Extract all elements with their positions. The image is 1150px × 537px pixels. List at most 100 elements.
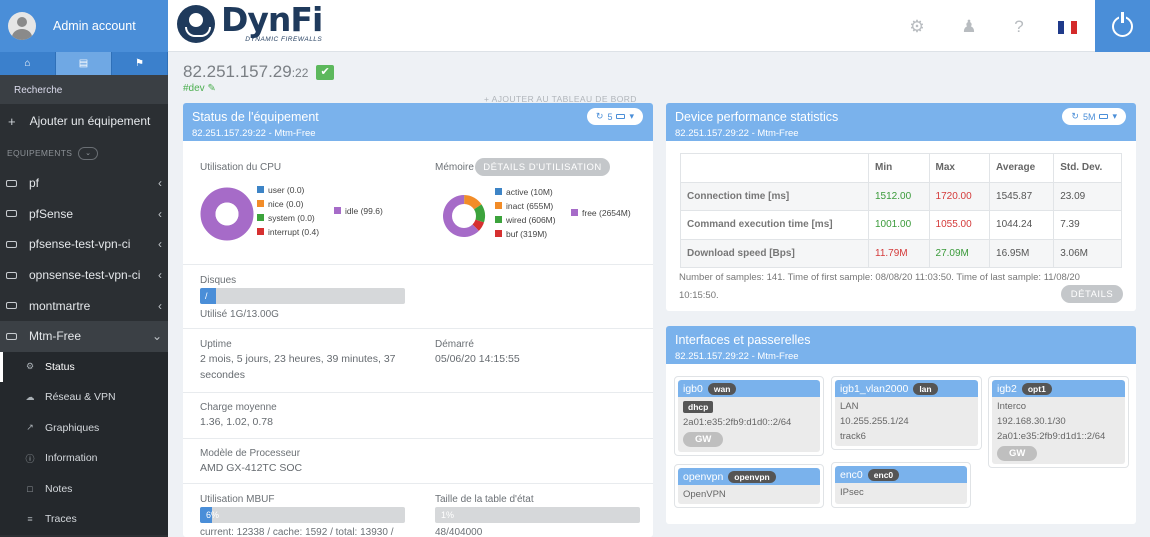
device-label: pf [29,176,40,191]
interval-dropdown[interactable]: ↻ 5M ▾ [1062,108,1126,125]
server-icon: ▤ [78,58,89,69]
avatar[interactable] [8,12,36,40]
legend-nice: nice (0.0) [257,197,319,211]
panel-header: Interfaces et passerelles 82.251.157.29:… [666,326,1136,364]
tags-tab[interactable]: ⚑ [112,52,168,75]
interface-badge: opt1 [1021,382,1052,395]
disk-usage-bar: / [200,288,405,304]
gateway-button[interactable]: GW [997,446,1038,461]
server-icon [6,240,17,248]
interface-card-igb2[interactable]: igb2 opt1 Interco 192.168.30.1/30 2a01:e… [988,376,1129,468]
sidebar-search[interactable]: Recherche [0,75,168,104]
interface-badge: wan [707,382,737,395]
legend-user: user (0.0) [257,183,319,197]
server-icon [6,179,17,187]
interface-name: enc0 [840,468,863,481]
donut-hole [215,202,239,226]
interface-card-igb0[interactable]: igb0 wan dhcp 2a01:e35:2fb9:d1d0::2/64 G… [674,376,824,456]
gateway-button[interactable]: GW [683,432,724,447]
column-header: Std. Dev. [1053,153,1122,183]
state-table-bar: 1% [435,507,640,523]
display-icon [1099,114,1109,119]
interface-card-openvpn[interactable]: openvpn openvpn OpenVPN [674,464,824,508]
legend-free: free (2654M) [571,206,631,220]
user-name[interactable]: Admin account [53,19,136,33]
details-button[interactable]: DÉTAILS [1061,285,1123,303]
metric-max: 1055.00 [928,210,991,240]
device-label: pfsense-test-vpn-ci [29,237,131,252]
devices-tab[interactable]: ▤ [56,52,112,75]
chevron-left-icon: ‹ [158,176,162,191]
sidebar-subitem-status[interactable]: ⚙ Status [0,351,168,383]
interface-header: igb0 wan [678,380,820,397]
usage-details-button[interactable]: DÉTAILS D'UTILISATION [475,158,610,176]
interface-description: Interco [997,401,1027,412]
list-icon: ≡ [27,514,33,525]
subitem-label: Notes [45,482,73,495]
metric-max: 27.09M [928,238,991,268]
device-label: opnsense-test-vpn-ci [29,268,141,283]
sidebar-item-montmartre[interactable]: montmartre ‹ [0,290,168,321]
sidebar-item-pfsense[interactable]: pfSense ‹ [0,199,168,230]
users-icon[interactable]: ♟ [959,17,979,37]
sidebar-subitem-notes[interactable]: □ Notes [0,473,168,505]
sidebar-item-opnsense-test-vpn-ci[interactable]: opnsense-test-vpn-ci ‹ [0,260,168,291]
table-header-row: Min Max Average Std. Dev. [680,153,1122,183]
add-device-button[interactable]: + Ajouter un équipement [0,104,168,138]
check-icon: ✔ [316,65,335,80]
interface-card-enc0[interactable]: enc0 enc0 IPsec [831,462,971,508]
metric-name: Connection time [ms] [680,181,869,211]
interface-ipv6-address: 2a01:e35:2fb9:d1d1::2/64 [997,431,1106,442]
performance-panel: Device performance statistics 82.251.157… [666,103,1136,311]
sidebar-tabs: ⌂ ▤ ⚑ [0,52,168,75]
gear-icon[interactable]: ⚙ [907,17,927,37]
table-row: Command execution time [ms] 1001.00 1055… [680,210,1122,240]
chevron-left-icon: ‹ [158,268,162,283]
sidebar-item-mtm-free[interactable]: Mtm-Free ⌄ [0,320,168,352]
collapse-all-toggle[interactable]: ⌄ [78,146,99,160]
interface-description: LAN [840,401,859,412]
interface-address: 10.255.255.1/24 [840,416,909,427]
sidebar-item-pf[interactable]: pf ‹ [0,168,168,199]
sidebar-user-header[interactable]: Admin account [0,0,168,52]
gear-icon: ⚙ [25,361,35,372]
disks-label: Disques [200,275,237,286]
panel-subtitle: 82.251.157.29:22 - Mtm-Free [675,351,799,362]
divider [183,483,653,484]
chevron-down-icon: ⌄ [151,329,162,344]
panel-header: Device performance statistics 82.251.157… [666,103,1136,141]
sidebar-subitem-information[interactable]: ⓘ Information [0,443,168,474]
device-label: pfSense [29,206,74,221]
sidebar-subitem-graphs[interactable]: ↗ Graphiques [0,412,168,444]
metric-name: Download speed [Bps] [680,238,869,268]
started-label: Démarré [435,339,474,350]
subitem-label: Graphiques [45,421,100,434]
interface-card-igb1-vlan2000[interactable]: igb1_vlan2000 lan LAN 10.255.255.1/24 tr… [831,376,982,450]
chevron-left-icon: ‹ [158,206,162,221]
device-port: :22 [291,66,309,80]
dynfi-logo[interactable]: DynFi DYNAMIC FIREWALLS [177,3,323,43]
column-header: Max [928,153,991,183]
logout-button[interactable] [1095,0,1150,52]
interface-header: openvpn openvpn [678,468,820,485]
sidebar-subitem-network-vpn[interactable]: ☁ Réseau & VPN [0,382,168,413]
french-flag-icon[interactable] [1058,21,1077,34]
device-tag[interactable]: #dev ✎ [183,83,216,94]
home-tab[interactable]: ⌂ [0,52,56,75]
chevron-left-icon: ‹ [158,298,162,313]
sidebar-item-pfsense-test-vpn-ci[interactable]: pfsense-test-vpn-ci ‹ [0,229,168,260]
server-icon [6,210,17,218]
interface-badge: lan [913,382,938,395]
refresh-interval-dropdown[interactable]: ↻ 5 ▾ [586,108,643,125]
state-table-text: 1% [441,510,455,520]
sidebar-subitem-traces[interactable]: ≡ Traces [0,504,168,535]
interface-name: igb1_vlan2000 [840,382,909,395]
uptime-value: 2 mois, 5 jours, 23 heures, 39 minutes, … [200,353,396,381]
legend-active: active (10M) [495,185,556,199]
edit-icon[interactable]: ✎ [207,83,215,94]
refresh-icon: ↻ [1071,111,1079,121]
chevron-left-icon: ‹ [158,237,162,252]
help-icon[interactable]: ? [1009,17,1029,37]
interface-badge: enc0 [867,468,900,481]
caret-down-icon: ▾ [1112,111,1117,121]
